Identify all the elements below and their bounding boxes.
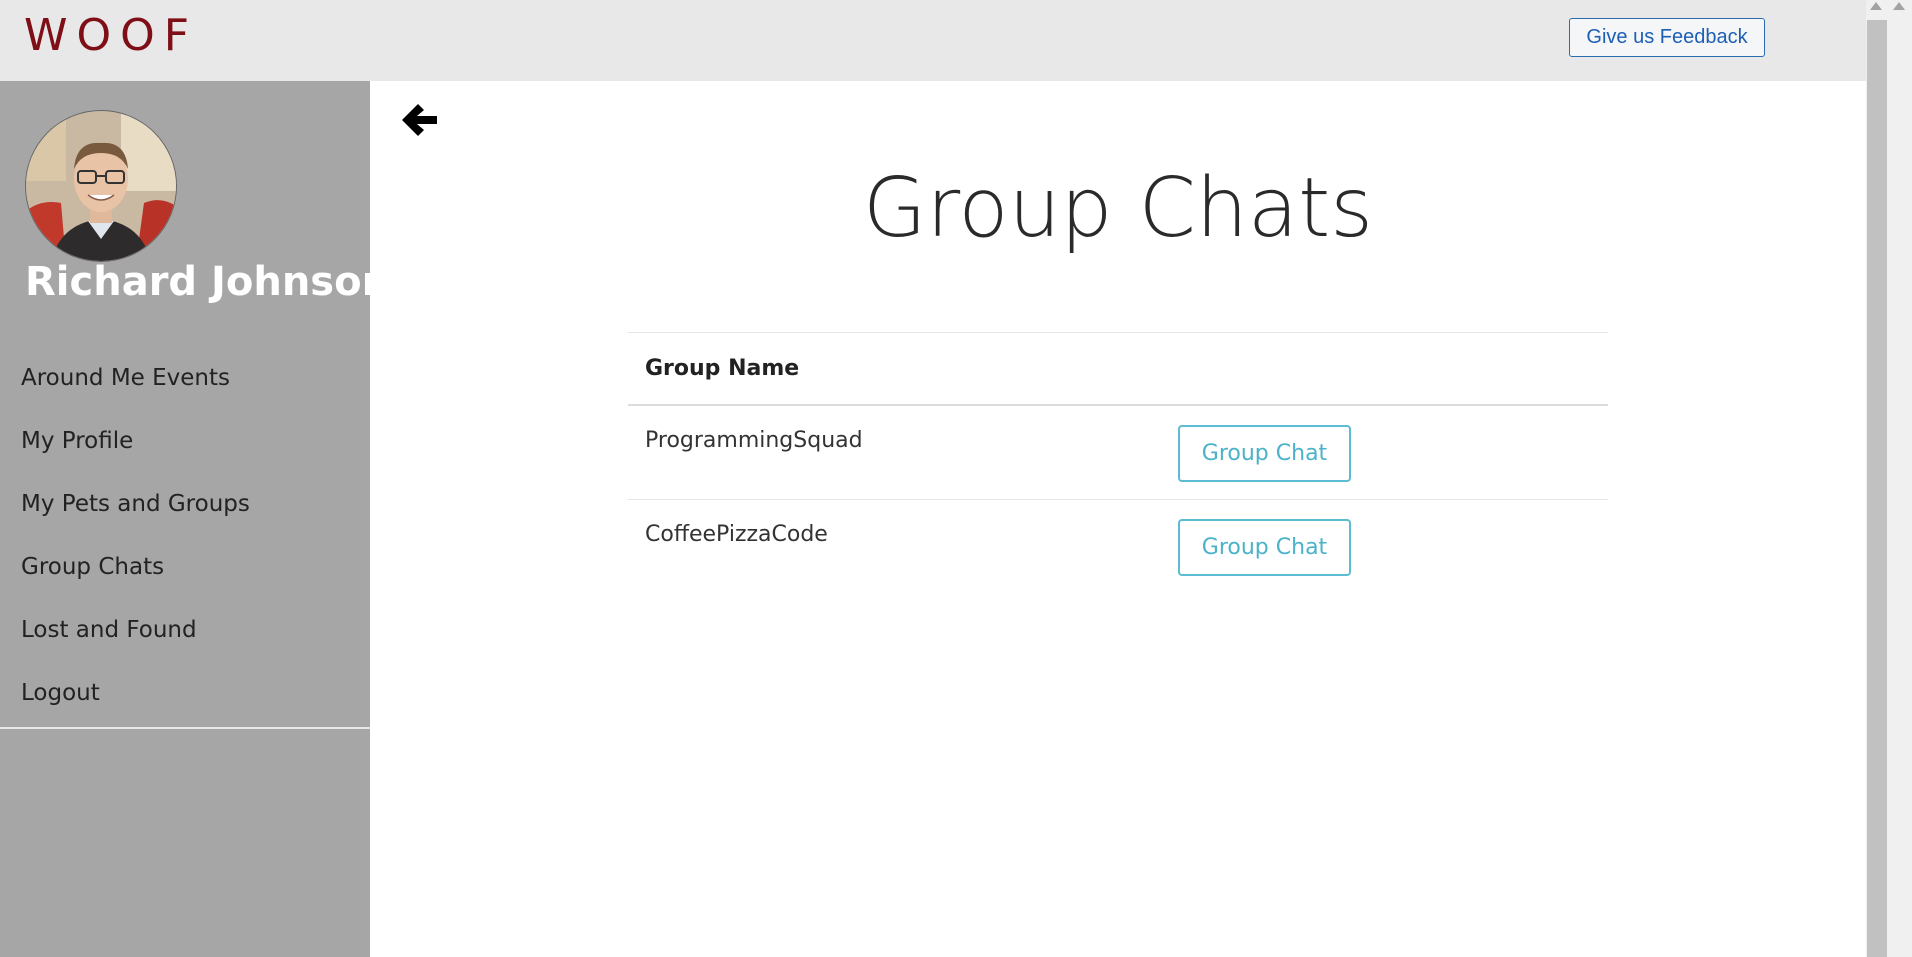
sidebar-nav: Around Me Events My Profile My Pets and … xyxy=(0,346,370,724)
sidebar-divider xyxy=(0,727,370,729)
sidebar: Richard Johnson Around Me Events My Prof… xyxy=(0,81,390,957)
column-header-group-name: Group Name xyxy=(645,356,800,381)
avatar xyxy=(25,110,177,262)
arrow-left-icon[interactable] xyxy=(397,99,441,143)
group-name-cell: CoffeePizzaCode xyxy=(645,522,828,547)
group-name-cell: ProgrammingSquad xyxy=(645,428,863,453)
scroll-up-arrow-icon[interactable] xyxy=(1870,2,1882,10)
user-name: Richard Johnson xyxy=(25,259,391,305)
woof-logo[interactable]: WOOF xyxy=(24,10,198,61)
table-row: CoffeePizzaCode Group Chat xyxy=(628,500,1608,594)
sidebar-item-logout[interactable]: Logout xyxy=(0,661,370,724)
sidebar-item-around-me-events[interactable]: Around Me Events xyxy=(0,346,370,409)
group-chat-button[interactable]: Group Chat xyxy=(1178,519,1351,576)
group-chats-table: Group Name ProgrammingSquad Group Chat C… xyxy=(628,332,1608,594)
page-title: Group Chats xyxy=(862,161,1374,256)
group-chat-button[interactable]: Group Chat xyxy=(1178,425,1351,482)
sidebar-item-lost-and-found[interactable]: Lost and Found xyxy=(0,598,370,661)
sidebar-item-my-profile[interactable]: My Profile xyxy=(0,409,370,472)
scroll-up-arrow-icon[interactable] xyxy=(1893,2,1905,10)
top-header: WOOF Give us Feedback xyxy=(0,0,1866,81)
main-content: Group Chats Group Name ProgrammingSquad … xyxy=(370,81,1866,957)
table-header: Group Name xyxy=(628,332,1608,406)
scrollbar-thumb[interactable] xyxy=(1867,20,1887,957)
table-row: ProgrammingSquad Group Chat xyxy=(628,406,1608,500)
sidebar-item-my-pets-and-groups[interactable]: My Pets and Groups xyxy=(0,472,370,535)
feedback-button[interactable]: Give us Feedback xyxy=(1569,18,1765,57)
sidebar-item-group-chats[interactable]: Group Chats xyxy=(0,535,370,598)
